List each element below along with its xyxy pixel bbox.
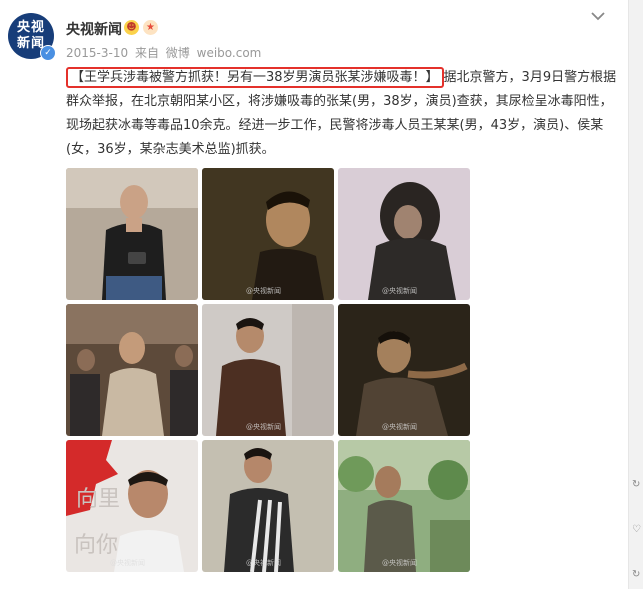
verified-check-icon: ✓	[40, 45, 56, 61]
photo-8[interactable]: @央视新闻	[202, 440, 334, 572]
svg-text:向里: 向里	[76, 487, 120, 512]
emoji-star-icon: ★	[143, 20, 158, 35]
chevron-down-icon[interactable]	[588, 6, 608, 26]
user-name[interactable]: 央视新闻	[66, 19, 122, 39]
weibo-post-card: 央视 新闻 ✓ 央视新闻 ☻ ★ 2015-3-10 来自 微博 weibo.c…	[0, 0, 628, 589]
svg-text:向你: 向你	[74, 533, 118, 558]
photo-4[interactable]	[66, 304, 198, 436]
photo-6[interactable]: @央视新闻	[338, 304, 470, 436]
watermark: @央视新闻	[382, 287, 417, 295]
watermark: @央视新闻	[382, 559, 417, 567]
watermark: @央视新闻	[110, 559, 145, 567]
post-meta: 2015-3-10 来自 微博 weibo.com	[66, 44, 264, 61]
watermark: @央视新闻	[246, 423, 281, 431]
highlighted-headline: 【王学兵涉毒被警方抓获！另有一38岁男演员张某涉嫌吸毒！】	[66, 67, 444, 88]
photo-9[interactable]: @央视新闻	[338, 440, 470, 572]
photo-7[interactable]: 向里 向你 @央视新闻	[66, 440, 198, 572]
rail-icon[interactable]: ↻	[632, 570, 642, 580]
rail-icon[interactable]: ↻	[632, 480, 642, 490]
emoji-face-icon: ☻	[124, 20, 139, 35]
rail-icon[interactable]: ♡	[632, 525, 642, 535]
side-rail: ↻ ♡ ↻	[628, 0, 643, 589]
watermark: @央视新闻	[382, 423, 417, 431]
post-text: 【王学兵涉毒被警方抓获！另有一38岁男演员张某涉嫌吸毒！】 据北京警方，3月9日警…	[66, 66, 622, 162]
photo-grid: @央视新闻 @央视新闻 @央视新闻 @央视新闻 向里 向你 @央视新闻 @央视新…	[66, 168, 470, 572]
photo-2[interactable]: @央视新闻	[202, 168, 334, 300]
avatar-line1: 央视	[16, 20, 45, 35]
watermark: @央视新闻	[246, 287, 281, 295]
photo-3[interactable]: @央视新闻	[338, 168, 470, 300]
photo-1[interactable]	[66, 168, 198, 300]
source-app: 微博	[165, 46, 190, 60]
photo-5[interactable]: @央视新闻	[202, 304, 334, 436]
source-prefix: 来自	[134, 46, 159, 60]
post-date[interactable]: 2015-3-10	[66, 46, 128, 60]
source-domain: weibo.com	[196, 46, 262, 60]
watermark: @央视新闻	[246, 559, 281, 567]
